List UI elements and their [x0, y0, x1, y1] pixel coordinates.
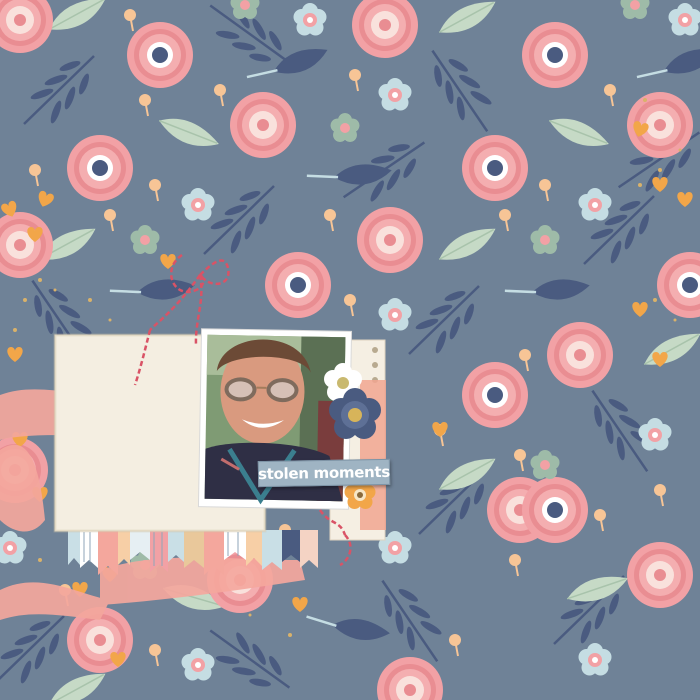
- floral-pattern-background: [0, 0, 700, 700]
- page-title: stolen moments: [257, 462, 391, 484]
- title-tag: stolen moments: [257, 458, 391, 488]
- scrapbook-page: stolen moments: [0, 0, 700, 700]
